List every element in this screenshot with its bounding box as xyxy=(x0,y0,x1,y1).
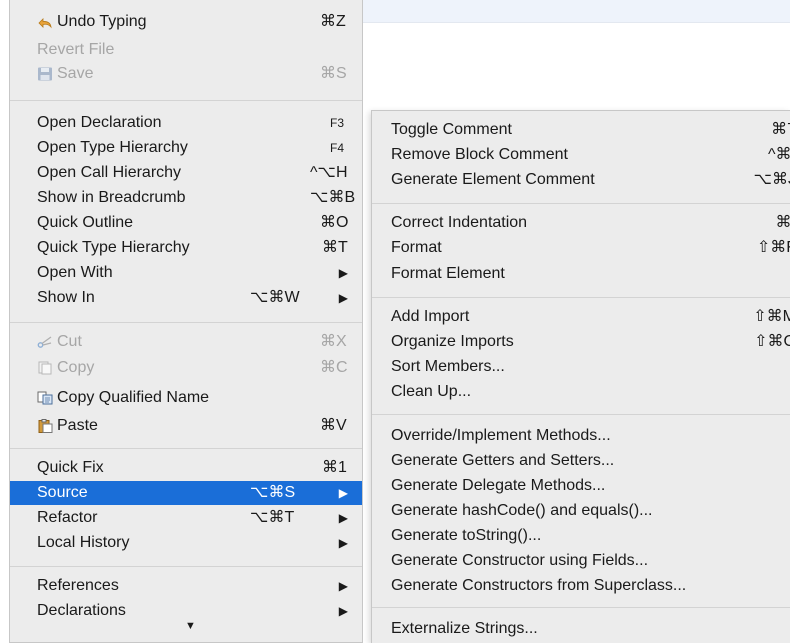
menu-item-show-in-breadcrumb[interactable]: Show in Breadcrumb ⌥⌘B xyxy=(10,186,362,210)
menu-item-open-call-hierarchy[interactable]: Open Call Hierarchy ^⌥H xyxy=(10,161,362,185)
submenu-arrow-icon: ▶ xyxy=(338,579,348,593)
submenu-arrow-icon: ▶ xyxy=(338,536,348,550)
submenu-item-format[interactable]: Format ⇧⌘F xyxy=(372,236,790,260)
submenu-item-remove-block-comment[interactable]: Remove Block Comment ^⌘\ xyxy=(372,143,790,167)
submenu-item-generate-element-comment[interactable]: Generate Element Comment ⌥⌘J xyxy=(372,168,790,192)
cut-icon xyxy=(37,336,52,348)
menu-separator xyxy=(10,448,362,449)
source-submenu: Toggle Comment ⌘7 Remove Block Comment ^… xyxy=(371,110,790,643)
menu-separator xyxy=(372,414,790,415)
submenu-item-organize-imports[interactable]: Organize Imports ⇧⌘O xyxy=(372,330,790,354)
menu-item-show-in[interactable]: Show In ⌥⌘W ▶ xyxy=(10,286,362,310)
menu-separator xyxy=(10,100,362,101)
editor-current-line xyxy=(360,0,790,22)
copy-icon xyxy=(38,361,52,375)
submenu-arrow-icon: ▶ xyxy=(338,604,348,618)
menu-separator xyxy=(10,566,362,567)
paste-icon xyxy=(38,419,53,433)
submenu-arrow-icon: ▶ xyxy=(338,291,348,305)
menu-item-copy-qualified-name[interactable]: Copy Qualified Name xyxy=(10,386,362,410)
submenu-item-generate-getters-setters[interactable]: Generate Getters and Setters... xyxy=(372,449,790,473)
submenu-item-override-implement-methods[interactable]: Override/Implement Methods... xyxy=(372,424,790,448)
menu-item-quick-type-hierarchy[interactable]: Quick Type Hierarchy ⌘T xyxy=(10,236,362,260)
menu-separator xyxy=(372,297,790,298)
scroll-down-arrow-icon[interactable]: ▼ xyxy=(185,620,196,632)
undo-icon xyxy=(38,18,52,29)
submenu-arrow-icon: ▶ xyxy=(338,266,348,280)
submenu-item-generate-tostring[interactable]: Generate toString()... xyxy=(372,524,790,548)
submenu-item-generate-delegate-methods[interactable]: Generate Delegate Methods... xyxy=(372,474,790,498)
menu-item-open-declaration[interactable]: Open Declaration F3 xyxy=(10,111,362,135)
submenu-item-toggle-comment[interactable]: Toggle Comment ⌘7 xyxy=(372,118,790,142)
menu-item-quick-fix[interactable]: Quick Fix ⌘1 xyxy=(10,456,362,480)
submenu-item-clean-up[interactable]: Clean Up... xyxy=(372,380,790,404)
menu-item-refactor[interactable]: Refactor ⌥⌘T ▶ xyxy=(10,506,362,530)
copy-qualified-icon xyxy=(37,391,53,405)
menu-separator xyxy=(10,322,362,323)
context-menu: Undo Typing ⌘Z Revert File Save ⌘S Open … xyxy=(9,0,363,643)
submenu-item-generate-hashcode-equals[interactable]: Generate hashCode() and equals()... xyxy=(372,499,790,523)
submenu-item-externalize-strings[interactable]: Externalize Strings... xyxy=(372,617,790,641)
submenu-item-format-element[interactable]: Format Element xyxy=(372,262,790,286)
submenu-arrow-icon: ▶ xyxy=(338,486,348,500)
menu-item-references[interactable]: References ▶ xyxy=(10,574,362,598)
menu-item-cut[interactable]: Cut ⌘X xyxy=(10,330,362,354)
menu-item-open-type-hierarchy[interactable]: Open Type Hierarchy F4 xyxy=(10,136,362,160)
menu-item-paste[interactable]: Paste ⌘V xyxy=(10,414,362,438)
menu-item-copy[interactable]: Copy ⌘C xyxy=(10,356,362,380)
menu-item-open-with[interactable]: Open With ▶ xyxy=(10,261,362,285)
menu-separator xyxy=(372,203,790,204)
menu-item-save[interactable]: Save ⌘S xyxy=(10,62,362,86)
editor-divider xyxy=(360,22,790,23)
menu-item-undo-typing[interactable]: Undo Typing ⌘Z xyxy=(10,10,362,34)
menu-item-quick-outline[interactable]: Quick Outline ⌘O xyxy=(10,211,362,235)
submenu-arrow-icon: ▶ xyxy=(338,511,348,525)
submenu-item-generate-constructors-superclass[interactable]: Generate Constructors from Superclass... xyxy=(372,574,790,598)
submenu-item-sort-members[interactable]: Sort Members... xyxy=(372,355,790,379)
submenu-item-generate-constructor-fields[interactable]: Generate Constructor using Fields... xyxy=(372,549,790,573)
submenu-item-add-import[interactable]: Add Import ⇧⌘M xyxy=(372,305,790,329)
menu-item-source[interactable]: Source ⌥⌘S ▶ xyxy=(10,481,362,505)
menu-item-local-history[interactable]: Local History ▶ xyxy=(10,531,362,555)
menu-separator xyxy=(372,607,790,608)
save-icon xyxy=(38,67,52,81)
menu-item-revert-file[interactable]: Revert File xyxy=(10,38,362,62)
submenu-item-correct-indentation[interactable]: Correct Indentation ⌘I xyxy=(372,211,790,235)
